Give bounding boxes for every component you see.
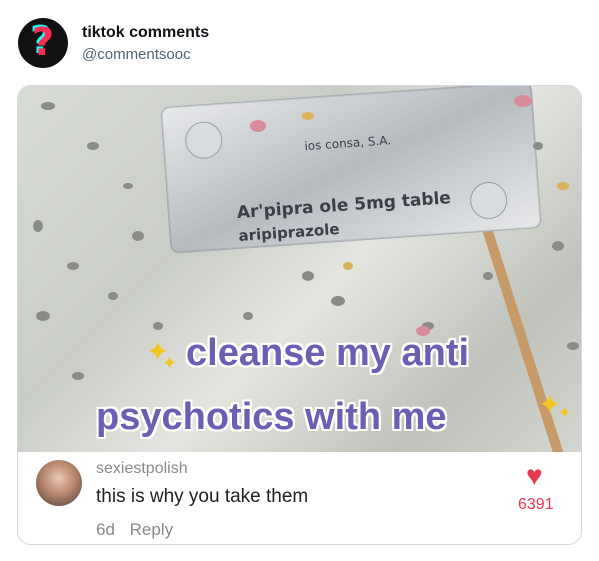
sparkle-icon: ✦ bbox=[558, 405, 572, 422]
reply-button[interactable]: Reply bbox=[130, 520, 173, 539]
like-count: 6391 bbox=[518, 496, 554, 513]
comment-age: 6d bbox=[96, 520, 115, 539]
question-mark-icon: ? bbox=[31, 20, 55, 64]
comment-meta: 6d Reply bbox=[96, 520, 173, 540]
account-avatar[interactable]: ? bbox=[18, 18, 68, 68]
comment-text: this is why you take them bbox=[96, 486, 309, 507]
video-frame: Ar'pipra ole 5mg table aripiprazole ios … bbox=[18, 86, 581, 452]
sparkle-icon: ✦ bbox=[162, 353, 178, 373]
video-caption-line-1: cleanse my anti bbox=[186, 332, 470, 374]
comment-row: sexiestpolish this is why you take them … bbox=[18, 452, 581, 544]
commenter-avatar[interactable] bbox=[36, 460, 82, 506]
post-header: ? tiktok comments @commentsooc bbox=[18, 18, 578, 70]
commenter-username[interactable]: sexiestpolish bbox=[96, 460, 188, 478]
heart-icon[interactable]: ♥ bbox=[526, 462, 543, 490]
tiktok-screenshot-card: Ar'pipra ole 5mg table aripiprazole ios … bbox=[17, 85, 582, 545]
video-caption-line-2: psychotics with me bbox=[96, 396, 447, 438]
account-name[interactable]: tiktok comments bbox=[82, 24, 209, 42]
account-handle[interactable]: @commentsooc bbox=[82, 46, 191, 63]
